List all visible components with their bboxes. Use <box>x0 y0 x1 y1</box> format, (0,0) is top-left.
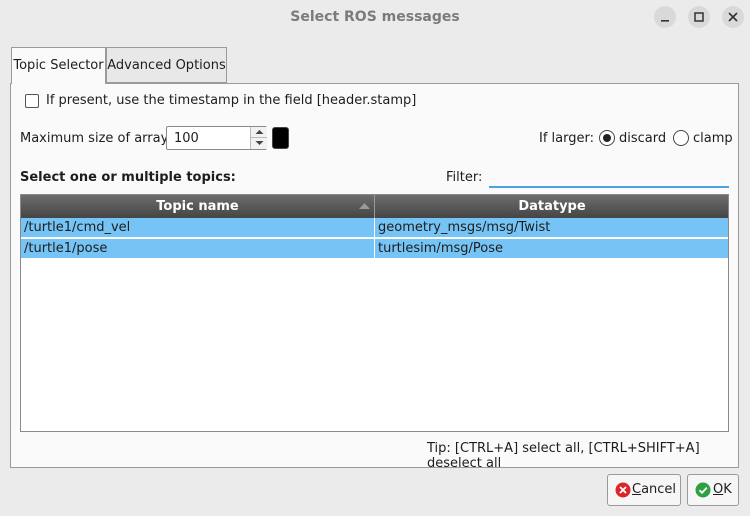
title-bar: Select ROS messages <box>0 0 750 34</box>
ok-button[interactable]: OK <box>687 474 739 506</box>
timestamp-checkbox[interactable] <box>25 94 39 108</box>
minimize-icon <box>661 20 669 22</box>
filter-input[interactable] <box>489 166 729 188</box>
table-header: Topic name Datatype <box>21 195 728 218</box>
table-row[interactable]: /turtle1/pose turtlesim/msg/Pose <box>21 239 728 259</box>
column-header-topic-name[interactable]: Topic name <box>21 195 375 218</box>
chevron-up-icon <box>255 130 264 134</box>
ok-button-label: OK <box>713 482 732 497</box>
discard-radio[interactable] <box>599 130 615 146</box>
topic-name-cell: /turtle1/pose <box>21 239 375 259</box>
topic-name-cell: /turtle1/cmd_vel <box>21 218 375 238</box>
spin-up-button[interactable] <box>250 127 267 138</box>
close-button[interactable] <box>722 6 744 28</box>
max-array-size-spinbox[interactable]: 100 <box>166 126 267 150</box>
minimize-button[interactable] <box>654 6 676 28</box>
cancel-icon <box>615 482 631 498</box>
keyboard-tip: Tip: [CTRL+A] select all, [CTRL+SHIFT+A]… <box>427 441 700 471</box>
sort-ascending-icon <box>359 203 370 209</box>
cancel-button-label: Cancel <box>632 482 677 497</box>
if-larger-label: If larger: <box>539 131 594 146</box>
max-array-size-value[interactable]: 100 <box>174 131 199 146</box>
column-header-topic-name-label: Topic name <box>156 199 239 214</box>
checkmark-icon <box>695 482 711 498</box>
column-header-datatype-label: Datatype <box>518 199 586 214</box>
window-title: Select ROS messages <box>290 9 460 25</box>
discard-radio-label[interactable]: discard <box>619 131 666 146</box>
filter-label: Filter: <box>446 170 483 185</box>
tab-advanced-options[interactable]: Advanced Options <box>106 47 227 83</box>
maximize-button[interactable] <box>688 6 710 28</box>
clamp-radio-label[interactable]: clamp <box>693 131 733 146</box>
datatype-cell: geometry_msgs/msg/Twist <box>378 220 551 235</box>
max-array-size-label: Maximum size of arrays: <box>20 131 180 146</box>
chevron-down-icon <box>255 141 264 145</box>
column-header-datatype[interactable]: Datatype <box>376 195 728 218</box>
cancel-button[interactable]: Cancel <box>607 474 681 506</box>
close-icon <box>728 12 738 22</box>
select-topics-label: Select one or multiple topics: <box>20 170 236 185</box>
color-swatch[interactable] <box>272 127 289 149</box>
timestamp-checkbox-label[interactable]: If present, use the timestamp in the fie… <box>46 93 416 108</box>
maximize-icon <box>694 12 704 22</box>
radio-selected-dot <box>603 134 611 142</box>
tab-topic-selector[interactable]: Topic Selector <box>11 47 106 84</box>
topics-table[interactable]: Topic name Datatype /turtle1/cmd_vel geo… <box>20 194 729 432</box>
table-row[interactable]: /turtle1/cmd_vel geometry_msgs/msg/Twist <box>21 218 728 238</box>
spin-down-button[interactable] <box>250 138 267 149</box>
clamp-radio[interactable] <box>673 130 689 146</box>
datatype-cell: turtlesim/msg/Pose <box>378 241 503 256</box>
